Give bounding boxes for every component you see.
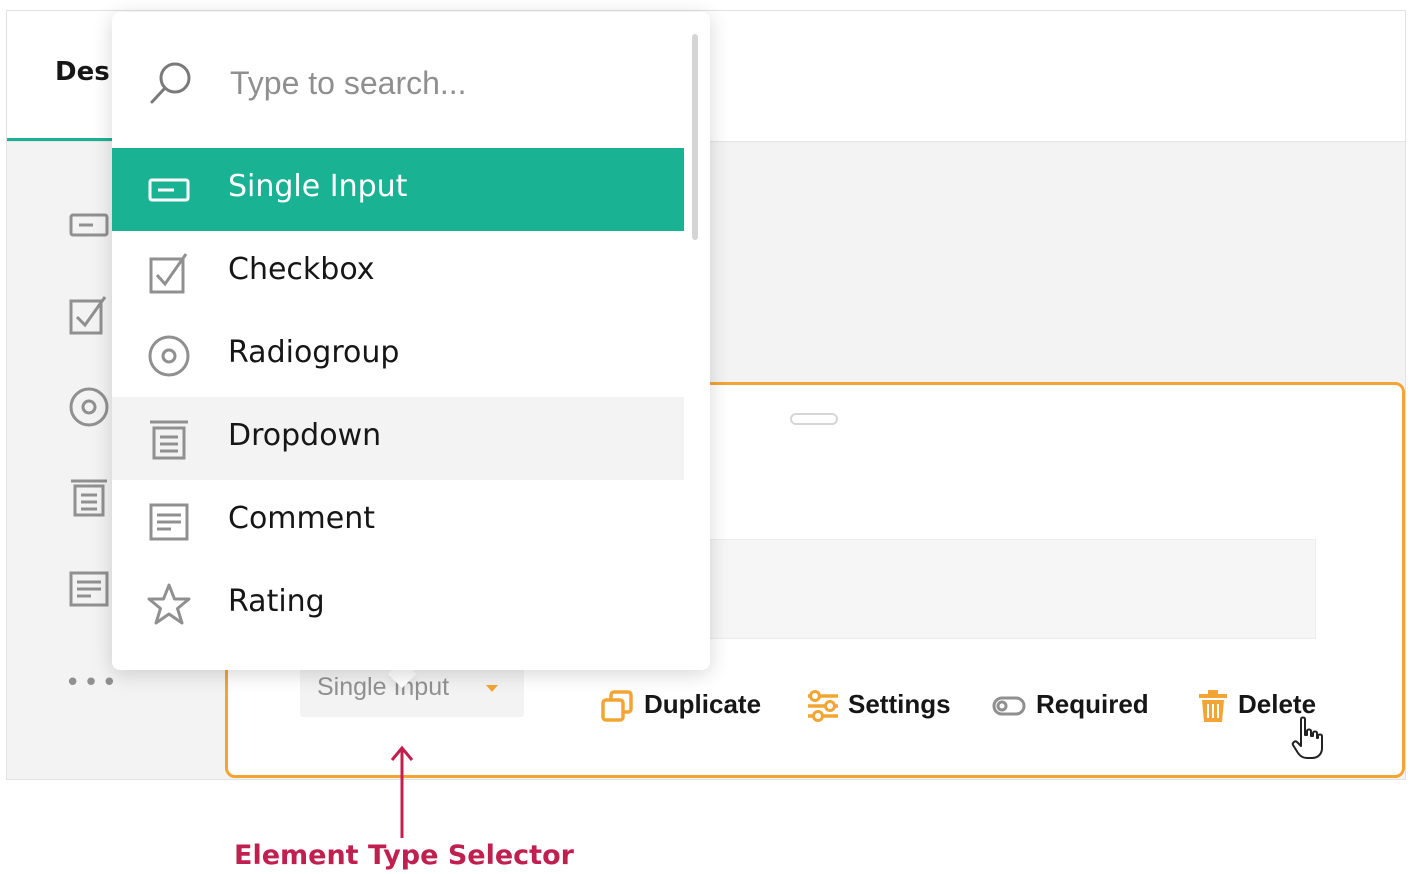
star-icon [147, 583, 191, 625]
menu-item-label: Dropdown [228, 418, 382, 453]
toolbox-checkbox-icon[interactable] [67, 293, 111, 337]
menu-item-label: Radiogroup [228, 335, 400, 370]
annotation-arrow-icon [390, 745, 414, 838]
menu-item-label: Comment [228, 501, 375, 536]
menu-item-radiogroup[interactable]: Radiogroup [112, 314, 684, 397]
single-input-field[interactable] [698, 539, 1316, 639]
toolbox-radiogroup-icon[interactable] [67, 385, 111, 429]
trash-icon [1199, 690, 1227, 722]
chevron-down-icon [486, 685, 498, 692]
toolbox-comment-icon[interactable] [67, 567, 111, 611]
radiogroup-icon [148, 335, 190, 377]
comment-icon [149, 503, 189, 541]
duplicate-label: Duplicate [644, 689, 762, 719]
menu-item-label: Checkbox [228, 252, 375, 287]
hand-cursor-icon [1291, 716, 1323, 759]
element-type-selector-value: Single Input [317, 673, 450, 701]
settings-label: Settings [848, 689, 951, 719]
menu-item-label: Single Input [228, 169, 408, 204]
single-input-icon [148, 178, 190, 202]
menu-item-label: Rating [228, 584, 325, 619]
menu-item-checkbox[interactable]: Checkbox [112, 231, 684, 314]
drag-handle-icon[interactable] [790, 413, 838, 425]
menu-item-rating[interactable]: Rating [112, 563, 684, 646]
toolbox-single-input-icon[interactable] [67, 203, 111, 247]
tab-designer-label: Des [55, 57, 110, 87]
checkbox-icon [149, 253, 188, 294]
required-toggle[interactable]: Required [992, 685, 1152, 727]
annotation-caption: Element Type Selector [234, 840, 574, 871]
required-label: Required [1036, 689, 1149, 719]
settings-icon [808, 690, 838, 722]
search-input[interactable] [230, 60, 670, 106]
search-icon [150, 62, 191, 104]
menu-item-comment[interactable]: Comment [112, 480, 684, 563]
element-type-dropdown: Single Input Checkbox Radiogroup Dropdow… [112, 12, 710, 670]
toolbox-more-icon[interactable]: ••• [65, 670, 117, 696]
toggle-icon [992, 696, 1026, 716]
toolbox-dropdown-icon[interactable] [67, 475, 111, 519]
menu-item-single-input[interactable]: Single Input [112, 148, 684, 231]
dropdown-scrollbar[interactable] [692, 34, 698, 240]
duplicate-icon [601, 690, 633, 722]
dropdown-icon [150, 420, 188, 460]
duplicate-button[interactable]: Duplicate [600, 685, 770, 727]
settings-button[interactable]: Settings [806, 685, 956, 727]
menu-item-dropdown[interactable]: Dropdown [112, 397, 684, 480]
